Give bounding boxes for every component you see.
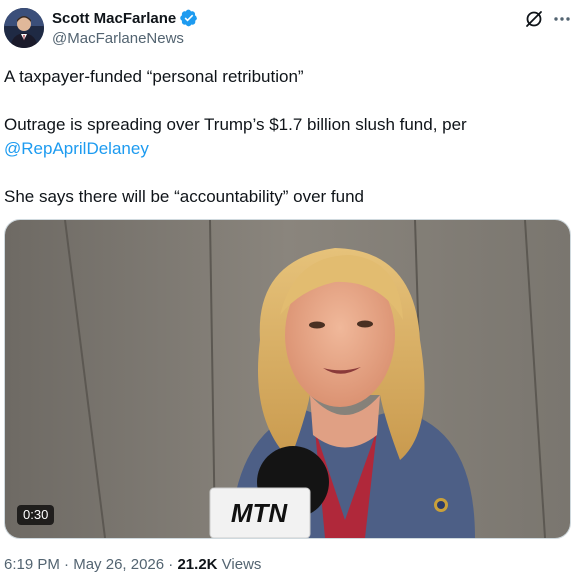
mic-flag-brand: MTN — [231, 498, 289, 528]
mention-link[interactable]: @RepAprilDelaney — [4, 139, 149, 158]
avatar[interactable] — [4, 8, 44, 48]
video-player[interactable]: MTN 0:30 — [4, 219, 571, 539]
tweet-date[interactable]: May 26, 2026 — [73, 556, 164, 573]
video-duration-badge: 0:30 — [17, 505, 55, 525]
author-name-row[interactable]: Scott MacFarlane — [52, 9, 198, 27]
verified-badge-icon — [180, 9, 198, 27]
tweet-text-line: She says there will be “accountability” … — [4, 187, 365, 206]
tweet-meta: 6:19 PM · May 26, 2026 · 21.2K Views — [4, 556, 261, 573]
tweet-text-line: Outrage is spreading over Trump’s $1.7 b… — [4, 115, 467, 134]
tweet-text-line: A taxpayer-funded “personal retribution” — [4, 67, 304, 86]
grok-icon[interactable] — [524, 9, 544, 29]
views-label: Views — [221, 556, 262, 573]
more-icon[interactable] — [552, 9, 572, 29]
meta-separator: · — [64, 556, 70, 573]
video-thumbnail: MTN — [5, 220, 570, 538]
tweet-time[interactable]: 6:19 PM — [4, 556, 60, 573]
meta-separator: · — [168, 556, 174, 573]
tweet-text-line: @RepAprilDelaney — [4, 137, 149, 161]
tweet-card: Scott MacFarlane @MacFarlaneNews A taxpa… — [0, 0, 585, 585]
views-count: 21.2K — [177, 556, 218, 573]
author-display-name[interactable]: Scott MacFarlane — [52, 10, 176, 27]
author-handle[interactable]: @MacFarlaneNews — [52, 30, 184, 47]
